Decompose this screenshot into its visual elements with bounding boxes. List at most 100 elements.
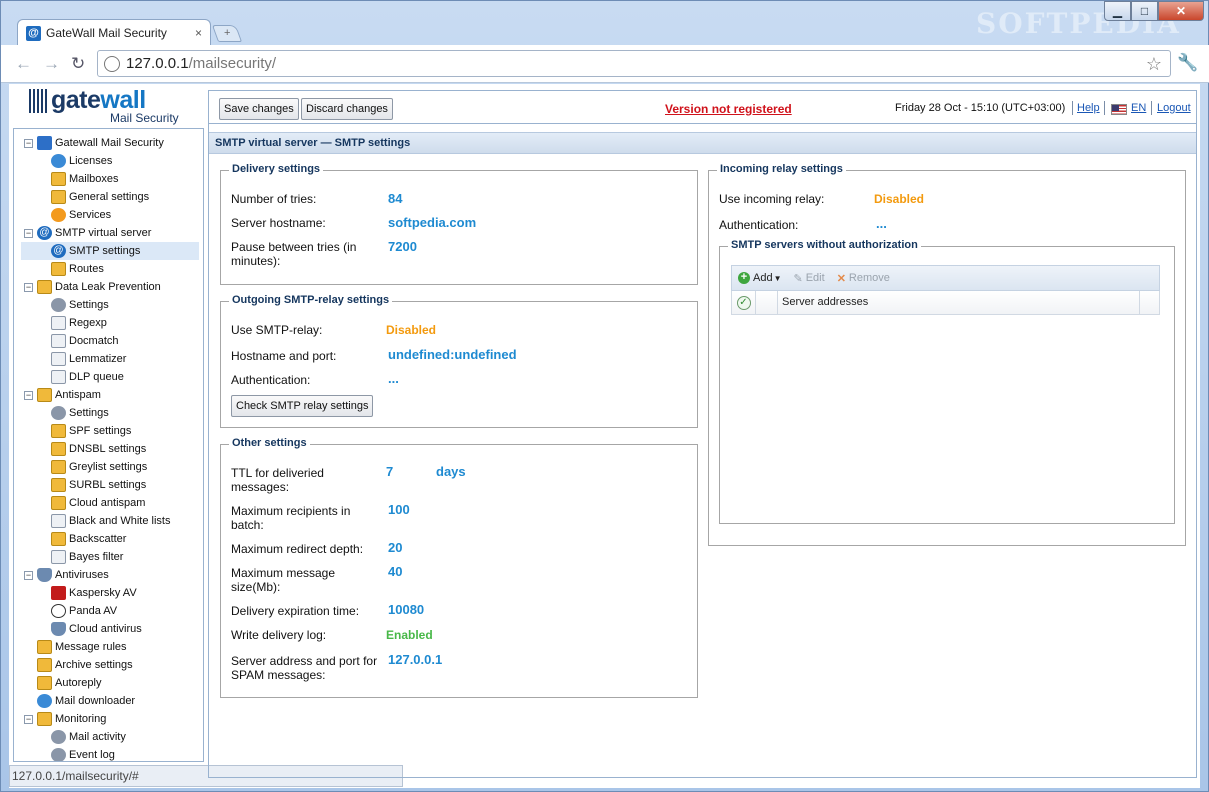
maximize-button[interactable]: □ <box>1131 1 1158 21</box>
tree-smtp-virtual-server[interactable]: − @ SMTP virtual server <box>14 224 203 242</box>
collapse-icon[interactable]: − <box>24 282 33 292</box>
wrench-icon[interactable]: 🔧 <box>1177 53 1198 73</box>
collapse-icon[interactable]: − <box>24 138 33 148</box>
tree-backscatter[interactable]: Backscatter <box>14 530 203 548</box>
window-close-button[interactable]: ✕ <box>1158 1 1204 21</box>
server-addresses-column[interactable]: Server addresses <box>778 291 1140 314</box>
outgoing-auth-label: Authentication: <box>231 373 311 387</box>
current-datetime: Friday 28 Oct - 15:10 (UTC+03:00) <box>895 102 1066 114</box>
tree-mail-activity[interactable]: Mail activity <box>14 728 203 746</box>
mail-icon <box>51 532 66 546</box>
tab-close-icon[interactable]: × <box>195 26 202 40</box>
tab-strip: @ GateWall Mail Security × + SOFTPEDIA ▁… <box>1 1 1209 46</box>
discard-changes-button[interactable]: Discard changes <box>301 98 393 120</box>
outgoing-auth-value[interactable]: ... <box>388 371 399 386</box>
spam-address-value[interactable]: 127.0.0.1 <box>388 652 442 667</box>
tree-greylist-settings[interactable]: Greylist settings <box>14 458 203 476</box>
tree-kaspersky[interactable]: Kaspersky AV <box>14 584 203 602</box>
tree-archive-settings[interactable]: Archive settings <box>14 656 203 674</box>
tree-antispam[interactable]: − Antispam <box>14 386 203 404</box>
expiration-value[interactable]: 10080 <box>388 602 424 617</box>
delivery-log-value[interactable]: Enabled <box>386 628 433 642</box>
tree-regexp[interactable]: Regexp <box>14 314 203 332</box>
tree-dnsbl-settings[interactable]: DNSBL settings <box>14 440 203 458</box>
ttl-value[interactable]: 7 <box>386 464 393 479</box>
tree-smtp-settings[interactable]: @ SMTP settings <box>21 242 199 260</box>
gatewall-logo: gatewall Mail Security <box>25 86 187 125</box>
add-icon: + <box>738 272 750 284</box>
tree-dlp-queue[interactable]: DLP queue <box>14 368 203 386</box>
new-tab-button[interactable]: + <box>211 25 243 42</box>
tree-mailboxes[interactable]: Mailboxes <box>14 170 203 188</box>
browser-toolbar: ← → ↻ 127.0.0.1/mailsecurity/ ☆ 🔧 <box>1 45 1209 83</box>
collapse-icon[interactable]: − <box>24 714 33 724</box>
spam-address-label: Server address and port for SPAM message… <box>231 654 378 682</box>
grid-header: ✓ Server addresses <box>731 291 1160 315</box>
tree-licenses[interactable]: Licenses <box>14 152 203 170</box>
minimize-button[interactable]: ▁ <box>1104 1 1131 21</box>
address-bar[interactable]: 127.0.0.1/mailsecurity/ ☆ <box>97 50 1171 77</box>
tree-antispam-settings[interactable]: Settings <box>14 404 203 422</box>
separator <box>1104 101 1105 115</box>
tree-autoreply[interactable]: Autoreply <box>14 674 203 692</box>
collapse-icon[interactable]: − <box>24 390 33 400</box>
tree-lemmatizer[interactable]: Lemmatizer <box>14 350 203 368</box>
collapse-icon[interactable]: − <box>24 570 33 580</box>
max-recipients-value[interactable]: 100 <box>388 502 410 517</box>
save-changes-button[interactable]: Save changes <box>219 98 299 120</box>
dlp-icon <box>37 280 52 294</box>
remove-button[interactable]: ✕ Remove <box>837 272 890 285</box>
tree-docmatch[interactable]: Docmatch <box>14 332 203 350</box>
tries-value[interactable]: 84 <box>388 191 402 206</box>
incoming-auth-value[interactable]: ... <box>876 216 887 231</box>
tree-cloud-antivirus[interactable]: Cloud antivirus <box>14 620 203 638</box>
use-relay-value[interactable]: Disabled <box>386 323 436 337</box>
help-link[interactable]: Help <box>1077 102 1100 114</box>
tree-routes[interactable]: Routes <box>14 260 203 278</box>
tree-mail-downloader[interactable]: Mail downloader <box>14 692 203 710</box>
language-link[interactable]: EN <box>1131 102 1146 114</box>
tree-gatewall[interactable]: − Gatewall Mail Security <box>14 134 203 152</box>
hostname-port-value[interactable]: undefined:undefined <box>388 347 517 362</box>
star-icon[interactable]: ☆ <box>1146 54 1162 75</box>
tree-black-white-lists[interactable]: Black and White lists <box>14 512 203 530</box>
tree-message-rules[interactable]: Message rules <box>14 638 203 656</box>
downloader-icon <box>37 694 52 708</box>
forward-arrow-icon[interactable]: → <box>43 54 60 74</box>
select-all-checkbox[interactable]: ✓ <box>732 291 756 314</box>
tree-monitoring[interactable]: − Monitoring <box>14 710 203 728</box>
tree-spf-settings[interactable]: SPF settings <box>14 422 203 440</box>
use-incoming-value[interactable]: Disabled <box>874 192 924 206</box>
ttl-unit: days <box>436 464 466 479</box>
antispam-icon <box>37 388 52 402</box>
tree-services[interactable]: Services <box>14 206 203 224</box>
add-button[interactable]: + Add ▼ <box>738 272 782 284</box>
collapse-icon[interactable]: − <box>24 228 33 238</box>
tree-surbl-settings[interactable]: SURBL settings <box>14 476 203 494</box>
at-icon: @ <box>26 25 41 41</box>
check-icon: ✓ <box>736 295 751 310</box>
logout-link[interactable]: Logout <box>1157 102 1191 114</box>
navigation-tree: − Gatewall Mail Security Licenses Mailbox… <box>13 128 204 762</box>
us-flag-icon[interactable] <box>1111 104 1127 115</box>
tree-panda[interactable]: Panda AV <box>14 602 203 620</box>
hostname-value[interactable]: softpedia.com <box>388 215 476 230</box>
tree-dlp-settings[interactable]: Settings <box>14 296 203 314</box>
reload-icon[interactable]: ↻ <box>71 54 85 74</box>
tree-antiviruses[interactable]: − Antiviruses <box>14 566 203 584</box>
check-smtp-relay-button[interactable]: Check SMTP relay settings <box>231 395 374 417</box>
section-title: SMTP virtual server — SMTP settings <box>209 132 1196 154</box>
tree-event-log[interactable]: Event log <box>14 746 203 761</box>
max-message-size-value[interactable]: 40 <box>388 564 402 579</box>
tree-cloud-antispam[interactable]: Cloud antispam <box>14 494 203 512</box>
tree-general-settings[interactable]: General settings <box>14 188 203 206</box>
tree-dlp[interactable]: − Data Leak Prevention <box>14 278 203 296</box>
activity-icon <box>51 730 66 744</box>
browser-tab[interactable]: @ GateWall Mail Security × <box>17 19 211 46</box>
redirect-depth-value[interactable]: 20 <box>388 540 402 555</box>
pause-value[interactable]: 7200 <box>388 239 417 254</box>
edit-button[interactable]: ✎ Edit <box>794 272 825 285</box>
version-not-registered-link[interactable]: Version not registered <box>665 102 792 116</box>
tree-bayes-filter[interactable]: Bayes filter <box>14 548 203 566</box>
back-arrow-icon[interactable]: ← <box>15 54 32 74</box>
